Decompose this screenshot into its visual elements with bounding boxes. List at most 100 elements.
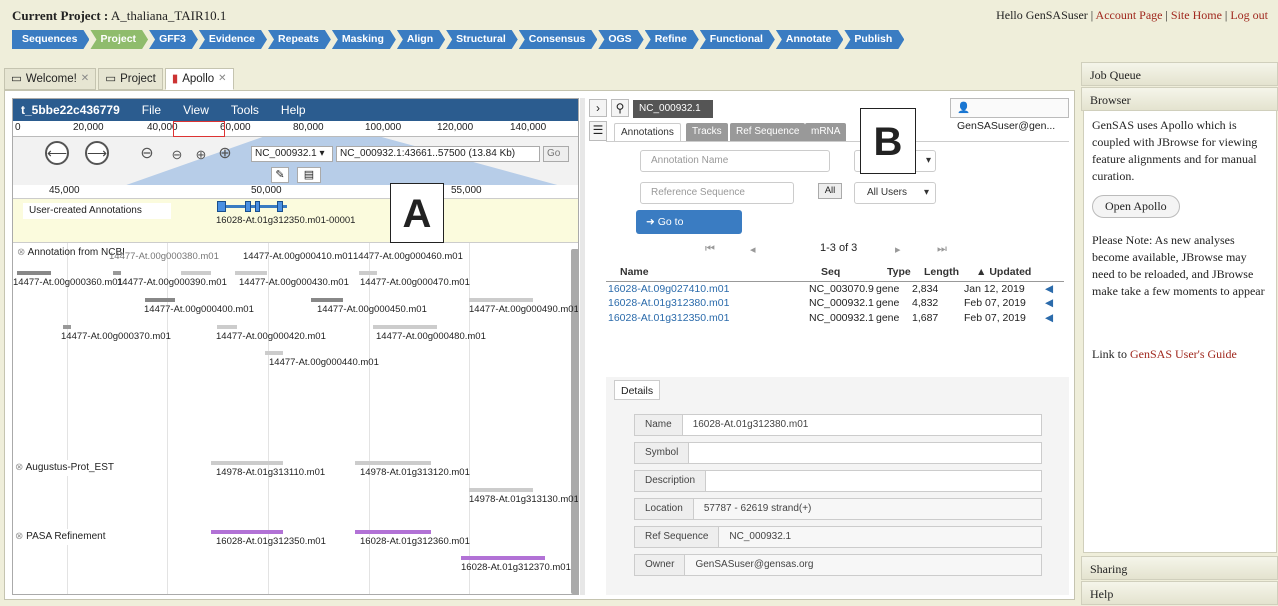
menu-file[interactable]: File	[142, 103, 161, 117]
menu-help[interactable]: Help	[281, 103, 306, 117]
feature-label[interactable]: 14477-At.00g000390.m01	[117, 277, 227, 288]
user-annotations-track[interactable]: User-created Annotations 16028-At.01g312…	[13, 199, 578, 243]
feature-label[interactable]: 14477-At.00g000360.m01	[13, 277, 123, 288]
zoom-out-big-icon[interactable]: ⊖	[137, 143, 157, 163]
step-align[interactable]: Align	[397, 30, 445, 49]
feature-label[interactable]: 14978-At.01g313110.m01	[216, 467, 325, 478]
first-page-icon[interactable]: ⏮	[705, 243, 715, 256]
feature-label[interactable]: 14477-At.00g000440.m01	[269, 357, 379, 368]
gene-feature[interactable]	[17, 271, 51, 275]
help-header[interactable]: Help	[1081, 581, 1278, 605]
step-consensus[interactable]: Consensus	[519, 30, 598, 49]
feature-label[interactable]: 14477-At.00g000380.m01	[109, 251, 219, 262]
gene-feature[interactable]	[113, 271, 121, 275]
pan-left-icon[interactable]: ⟵	[45, 141, 69, 165]
table-row[interactable]: 16028-At.01g312380.m01 NC_000932.1 gene 4,8…	[608, 296, 1058, 311]
symbol-field[interactable]: Symbol	[634, 442, 1042, 464]
track-selector-icon[interactable]: ▤	[297, 167, 321, 183]
zoom-in-icon[interactable]: ⊕	[191, 145, 211, 165]
feature-label[interactable]: 14477-At.00g000420.m01	[216, 331, 326, 342]
step-project[interactable]: Project	[90, 30, 148, 49]
table-row[interactable]: 16028-At.09g027410.m01 NC_003070.9 gene 2,8…	[608, 282, 1058, 297]
tab-annotations[interactable]: Annotations	[614, 123, 681, 141]
annotation-name-input[interactable]: Annotation Name	[640, 150, 830, 172]
exon-block[interactable]	[217, 201, 226, 212]
exon-block[interactable]	[277, 201, 283, 212]
tab-project[interactable]: ▭ Project	[98, 68, 163, 90]
feature-label[interactable]: 14477-At.00g000370.m01	[61, 331, 171, 342]
step-publish[interactable]: Publish	[844, 30, 904, 49]
gene-feature[interactable]	[311, 298, 343, 302]
exon-block[interactable]	[245, 201, 251, 212]
track-label-pasa[interactable]: ⊗ PASA Refinement	[15, 529, 115, 545]
name-field[interactable]: Name 16028-At.01g312380.m01	[634, 414, 1042, 436]
zoom-out-icon[interactable]: ⊖	[167, 145, 187, 165]
tab-mrna[interactable]: mRNA	[805, 123, 847, 141]
gene-feature[interactable]	[211, 461, 283, 465]
step-evidence[interactable]: Evidence	[199, 30, 267, 49]
feature-label[interactable]: 14978-At.01g313130.m01	[469, 494, 578, 505]
pan-right-icon[interactable]: ⟶	[85, 141, 109, 165]
tab-ref-sequence[interactable]: Ref Sequence	[730, 123, 806, 141]
dataset-title[interactable]: t_5bbe22c436779	[21, 103, 120, 117]
location-input[interactable]: NC_000932.1:43661..57500 (13.84 Kb)	[336, 146, 540, 162]
gene-feature[interactable]	[469, 488, 533, 492]
gene-feature[interactable]	[469, 298, 533, 302]
gene-feature[interactable]	[265, 351, 283, 355]
step-structural[interactable]: Structural	[446, 30, 518, 49]
user-menu-button[interactable]: 👤 GenSASuser@gen...	[950, 98, 1069, 132]
gene-feature[interactable]	[145, 298, 175, 302]
tab-apollo[interactable]: ▮ Apollo ✕	[164, 68, 234, 90]
feature-label[interactable]: 14477-At.00g000410.m01	[243, 251, 353, 262]
link-icon[interactable]: ⚲	[611, 99, 629, 117]
all-button[interactable]: All	[818, 183, 842, 199]
collapse-icon[interactable]: ›	[589, 99, 607, 117]
sharing-header[interactable]: Sharing	[1081, 556, 1278, 580]
exon-block[interactable]	[255, 201, 260, 212]
col-type[interactable]: Type	[887, 266, 911, 278]
gene-feature[interactable]	[235, 271, 267, 275]
gene-feature[interactable]	[211, 530, 283, 534]
step-masking[interactable]: Masking	[332, 30, 396, 49]
gene-feature[interactable]	[63, 325, 71, 329]
feature-label[interactable]: 14477-At.00g000430.m01	[239, 277, 349, 288]
gene-feature[interactable]	[461, 556, 545, 560]
prev-page-icon[interactable]: ◂	[750, 243, 756, 256]
tab-details[interactable]: Details	[614, 380, 661, 400]
close-icon[interactable]: ✕	[81, 69, 89, 89]
next-page-icon[interactable]: ▸	[895, 243, 901, 256]
table-row[interactable]: 16028-At.01g312350.m01 NC_000932.1 gene 1,6…	[608, 311, 1058, 326]
tracks-scrollbar[interactable]	[571, 249, 578, 594]
last-page-icon[interactable]: ⏭	[937, 243, 947, 256]
gene-feature[interactable]	[359, 271, 377, 275]
col-length[interactable]: Length	[924, 266, 959, 278]
gene-feature[interactable]	[355, 530, 431, 534]
feature-label[interactable]: 16028-At.01g312350.m01-00001	[216, 215, 355, 226]
close-icon[interactable]: ✕	[218, 69, 226, 89]
reference-sequence-input[interactable]: Reference Sequence	[640, 182, 794, 204]
gene-feature[interactable]	[217, 325, 237, 329]
overview-ruler[interactable]: 0 20,000 40,000 60,000 80,000 100,000 12…	[13, 121, 578, 137]
step-refine[interactable]: Refine	[645, 30, 699, 49]
step-sequences[interactable]: Sequences	[12, 30, 89, 49]
feature-label[interactable]: 14477-At.00g000480.m01	[376, 331, 486, 342]
tab-tracks[interactable]: Tracks	[686, 123, 728, 141]
tab-welcome[interactable]: ▭ Welcome! ✕	[4, 68, 97, 90]
browser-header[interactable]: Browser	[1081, 87, 1278, 111]
step-ogs[interactable]: OGS	[598, 30, 643, 49]
feature-label[interactable]: 14477-At.00g000400.m01	[144, 304, 254, 315]
job-queue-header[interactable]: Job Queue	[1081, 62, 1278, 86]
feature-label[interactable]: 14477-At.00g000460.m01	[353, 251, 463, 262]
step-annotate[interactable]: Annotate	[776, 30, 844, 49]
viewport-highlight[interactable]	[173, 121, 225, 137]
step-functional[interactable]: Functional	[700, 30, 775, 49]
step-repeats[interactable]: Repeats	[268, 30, 331, 49]
feature-label[interactable]: 16028-At.01g312370.m01	[461, 562, 571, 573]
col-seq[interactable]: Seq	[821, 266, 840, 278]
feature-label[interactable]: 14477-At.00g000470.m01	[360, 277, 470, 288]
feature-label[interactable]: 14978-At.01g313120.m01	[360, 467, 470, 478]
gene-feature[interactable]	[373, 325, 437, 329]
feature-label[interactable]: 16028-At.01g312360.m01	[360, 536, 470, 547]
col-name[interactable]: Name	[620, 266, 649, 278]
menu-tools[interactable]: Tools	[231, 103, 259, 117]
